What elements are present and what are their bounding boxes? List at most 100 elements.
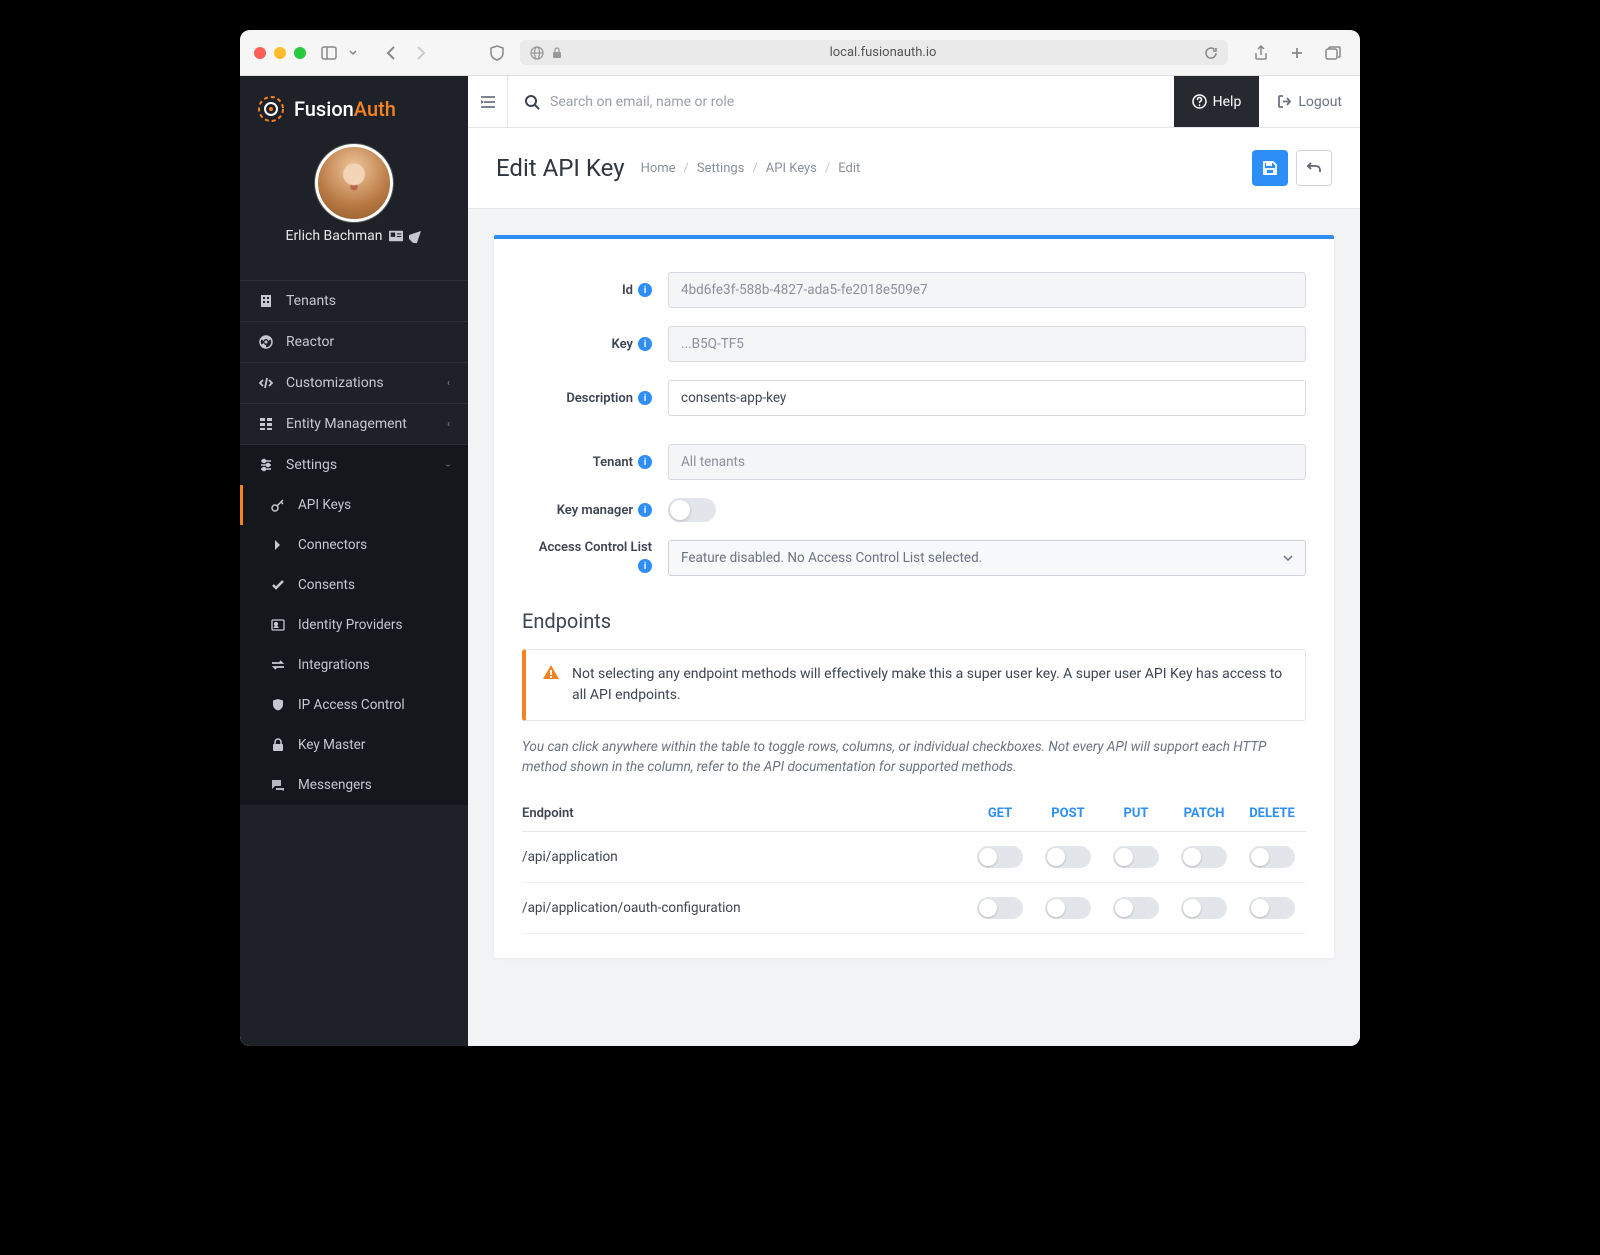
maximize-window-button[interactable] xyxy=(294,47,306,59)
key-manager-toggle[interactable] xyxy=(668,498,716,522)
sidebar-item-tenants[interactable]: Tenants xyxy=(240,280,468,321)
col-patch[interactable]: PATCH xyxy=(1170,806,1238,821)
toggle-get[interactable] xyxy=(977,846,1023,868)
back-button[interactable] xyxy=(378,42,404,64)
sidebar-item-customizations[interactable]: Customizations ‹ xyxy=(240,362,468,403)
endpoints-title: Endpoints xyxy=(494,585,1334,643)
sidebar-item-key-master[interactable]: Key Master xyxy=(240,725,468,765)
avatar[interactable] xyxy=(315,144,393,222)
sidebar-item-reactor[interactable]: Reactor xyxy=(240,321,468,362)
logout-button[interactable]: Logout xyxy=(1259,76,1360,127)
save-icon xyxy=(1262,160,1278,176)
toggle-put[interactable] xyxy=(1113,846,1159,868)
col-endpoint[interactable]: Endpoint xyxy=(522,806,966,821)
url-bar[interactable]: local.fusionauth.io xyxy=(520,40,1228,65)
description-field[interactable] xyxy=(668,380,1306,416)
col-put[interactable]: PUT xyxy=(1102,806,1170,821)
info-icon[interactable]: i xyxy=(638,455,652,469)
sidebar-item-integrations[interactable]: Integrations xyxy=(240,645,468,685)
globe-icon xyxy=(530,46,544,60)
key-field xyxy=(668,326,1306,362)
toggle-put[interactable] xyxy=(1113,897,1159,919)
logo-text-2: Auth xyxy=(354,97,396,121)
toggle-post[interactable] xyxy=(1045,846,1091,868)
col-delete[interactable]: DELETE xyxy=(1238,806,1306,821)
search-input[interactable] xyxy=(550,94,1158,110)
col-post[interactable]: POST xyxy=(1034,806,1102,821)
logo: FusionAuth xyxy=(240,76,468,134)
crumb-home[interactable]: Home xyxy=(641,161,676,176)
chevron-right-icon xyxy=(270,539,286,551)
chevron-down-icon[interactable] xyxy=(346,42,360,64)
reload-icon[interactable] xyxy=(1204,46,1218,60)
sidebar: FusionAuth Erlich Bachman Tenants Reacto… xyxy=(240,76,468,1046)
main-content: Help Logout Edit API Key Home / Settings… xyxy=(468,76,1360,1046)
acl-select[interactable]: Feature disabled. No Access Control List… xyxy=(668,540,1306,576)
close-window-button[interactable] xyxy=(254,47,266,59)
shield-icon[interactable] xyxy=(484,42,510,64)
logo-text-1: Fusion xyxy=(294,97,354,121)
chevron-left-icon: ‹ xyxy=(447,419,450,430)
table-row[interactable]: /api/application xyxy=(522,832,1306,883)
crumb-settings[interactable]: Settings xyxy=(697,161,744,176)
traffic-lights xyxy=(254,47,306,59)
table-note: You can click anywhere within the table … xyxy=(494,737,1334,796)
endpoint-path: /api/application xyxy=(522,849,966,865)
col-get[interactable]: GET xyxy=(966,806,1034,821)
sidebar-item-settings[interactable]: Settings ‹ xyxy=(240,444,468,485)
chevron-down-icon: ‹ xyxy=(443,463,454,466)
share-button[interactable] xyxy=(1248,42,1274,64)
back-button[interactable] xyxy=(1296,150,1332,186)
sidebar-label: Tenants xyxy=(286,293,336,309)
sidebar-label: IP Access Control xyxy=(298,697,405,713)
sidebar-item-consents[interactable]: Consents xyxy=(240,565,468,605)
minimize-window-button[interactable] xyxy=(274,47,286,59)
sidebar-label: Connectors xyxy=(298,537,367,553)
collapse-sidebar-button[interactable] xyxy=(468,76,508,127)
info-icon[interactable]: i xyxy=(638,283,652,297)
save-button[interactable] xyxy=(1252,150,1288,186)
radiation-icon xyxy=(258,335,274,349)
forward-button[interactable] xyxy=(408,42,434,64)
info-icon[interactable]: i xyxy=(638,337,652,351)
toggle-patch[interactable] xyxy=(1181,846,1227,868)
label-acl: Access Control Listi xyxy=(522,540,652,573)
page-title: Edit API Key xyxy=(496,154,625,182)
toggle-delete[interactable] xyxy=(1249,897,1295,919)
toggle-post[interactable] xyxy=(1045,897,1091,919)
sidebar-item-ip-access-control[interactable]: IP Access Control xyxy=(240,685,468,725)
sidebar-label: Settings xyxy=(286,457,337,473)
chevron-down-icon xyxy=(1283,555,1293,561)
info-icon[interactable]: i xyxy=(638,391,652,405)
id-icon xyxy=(270,618,286,632)
sidebar-toggle-button[interactable] xyxy=(316,42,342,64)
label-key: Keyi xyxy=(522,337,652,352)
info-icon[interactable]: i xyxy=(638,559,652,573)
sidebar-item-entity-management[interactable]: Entity Management ‹ xyxy=(240,403,468,444)
help-button[interactable]: Help xyxy=(1174,76,1260,127)
crumb-api-keys[interactable]: API Keys xyxy=(766,161,817,176)
sidebar-label: Customizations xyxy=(286,375,384,391)
url-text: local.fusionauth.io xyxy=(570,45,1196,60)
location-icon xyxy=(409,229,423,243)
table-row[interactable]: /api/application/oauth-configuration xyxy=(522,883,1306,934)
exchange-icon xyxy=(270,659,286,671)
info-icon[interactable]: i xyxy=(638,503,652,517)
sidebar-item-connectors[interactable]: Connectors xyxy=(240,525,468,565)
sidebar-item-api-keys[interactable]: API Keys xyxy=(240,485,468,525)
toggle-get[interactable] xyxy=(977,897,1023,919)
toggle-patch[interactable] xyxy=(1181,897,1227,919)
tabs-button[interactable] xyxy=(1320,42,1346,64)
sidebar-label: Key Master xyxy=(298,737,365,753)
toggle-delete[interactable] xyxy=(1249,846,1295,868)
new-tab-button[interactable] xyxy=(1284,42,1310,64)
sidebar-item-messengers[interactable]: Messengers xyxy=(240,765,468,805)
table-header: Endpoint GET POST PUT PATCH DELETE xyxy=(522,796,1306,832)
sidebar-submenu-settings: API Keys Connectors Consents Identity Pr… xyxy=(240,485,468,805)
logout-label: Logout xyxy=(1298,94,1342,110)
sidebar-item-identity-providers[interactable]: Identity Providers xyxy=(240,605,468,645)
tenant-field xyxy=(668,444,1306,480)
label-description: Descriptioni xyxy=(522,391,652,406)
warning-alert: Not selecting any endpoint methods will … xyxy=(522,649,1306,721)
sidebar-label: Identity Providers xyxy=(298,617,402,633)
